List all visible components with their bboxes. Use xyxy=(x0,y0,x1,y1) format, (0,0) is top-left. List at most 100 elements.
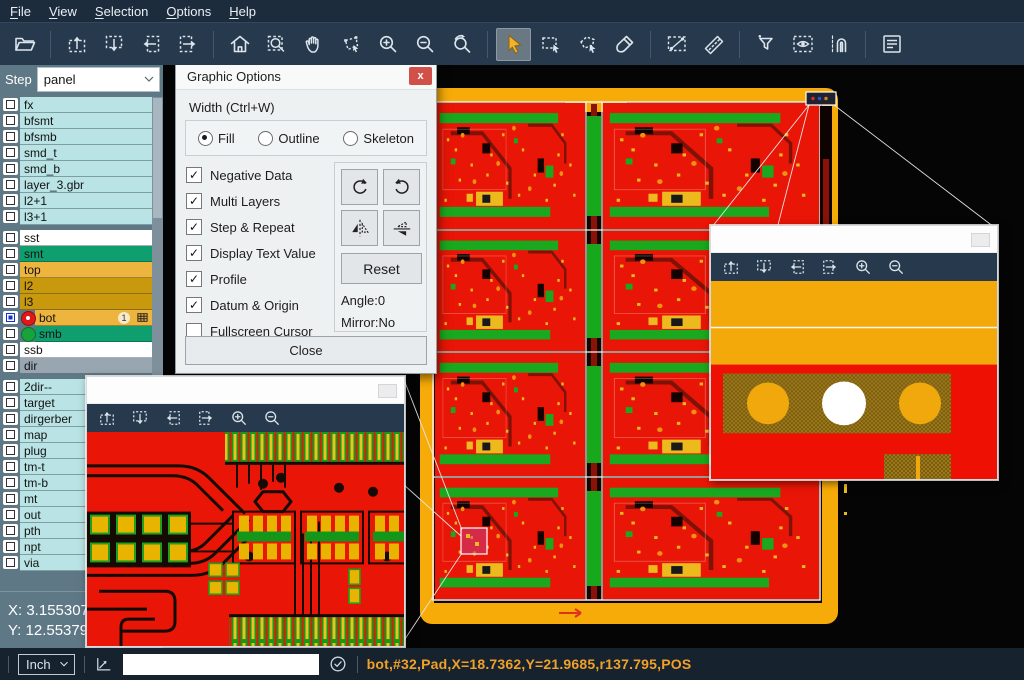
command-input[interactable] xyxy=(123,654,319,675)
checkbox[interactable]: ✓ xyxy=(186,193,202,209)
layer-visibility-checkbox[interactable] xyxy=(3,412,18,425)
zoom-out-icon[interactable] xyxy=(886,257,906,277)
radio-dot[interactable] xyxy=(343,131,358,146)
layer-visibility-checkbox[interactable] xyxy=(3,295,18,308)
pcb-cell[interactable] xyxy=(435,231,585,351)
layer-visibility-checkbox[interactable] xyxy=(3,247,18,260)
layer-name[interactable]: layer_3.gbr xyxy=(20,177,152,193)
layer-name[interactable]: l2+1 xyxy=(20,193,152,209)
confirm-check-icon[interactable] xyxy=(328,654,348,674)
toolbar-pan-left-button[interactable] xyxy=(133,28,168,61)
layer-visibility-checkbox[interactable] xyxy=(3,380,18,393)
radio-outline[interactable]: Outline xyxy=(258,131,319,146)
toolbar-folder-open-button[interactable] xyxy=(7,28,42,61)
menu-options[interactable]: Options xyxy=(166,4,211,19)
toolbar-layers-panel-button[interactable] xyxy=(874,28,909,61)
layer-visibility-checkbox[interactable] xyxy=(3,508,18,521)
layer-visibility-checkbox[interactable] xyxy=(3,444,18,457)
checkbox[interactable]: ✓ xyxy=(186,219,202,235)
layer-visibility-checkbox[interactable] xyxy=(3,460,18,473)
layer-name[interactable]: smt xyxy=(20,246,152,262)
layer-visibility-checkbox[interactable] xyxy=(3,492,18,505)
zoom-in-icon[interactable] xyxy=(229,408,249,428)
close-button[interactable]: Close xyxy=(185,336,427,365)
layer-name[interactable]: bot1 xyxy=(35,310,152,326)
toolbar-pan-up-button[interactable] xyxy=(59,28,94,61)
layer-visibility-checkbox[interactable] xyxy=(3,476,18,489)
radio-skeleton[interactable]: Skeleton xyxy=(343,131,414,146)
pan-down-icon[interactable] xyxy=(754,257,774,277)
toolbar-zoom-in-button[interactable] xyxy=(370,28,405,61)
toolbar-zoom-out-button[interactable] xyxy=(407,28,442,61)
toolbar-pan-hand-button[interactable] xyxy=(296,28,331,61)
checkbox[interactable]: ✓ xyxy=(186,271,202,287)
toolbar-reshape-button[interactable] xyxy=(333,28,368,61)
radio-dot[interactable] xyxy=(198,131,213,146)
zoom-window-titlebar[interactable] xyxy=(87,377,404,404)
layer-visibility-checkbox[interactable] xyxy=(3,263,18,276)
layer-visibility-checkbox[interactable] xyxy=(3,194,18,207)
zoom-in-icon[interactable] xyxy=(853,257,873,277)
layer-visibility-checkbox[interactable] xyxy=(3,359,18,372)
zoom-window-top-right[interactable] xyxy=(710,225,998,480)
window-minimize-button[interactable] xyxy=(971,233,990,247)
window-minimize-button[interactable] xyxy=(378,384,397,398)
close-icon[interactable]: x xyxy=(409,67,432,85)
toolbar-view-eye-button[interactable] xyxy=(785,28,820,61)
layer-visibility-checkbox[interactable] xyxy=(3,396,18,409)
menu-view[interactable]: View xyxy=(49,4,77,19)
pan-left-icon[interactable] xyxy=(787,257,807,277)
checkbox[interactable]: ✓ xyxy=(186,245,202,261)
layer-visibility-checkbox[interactable] xyxy=(3,524,18,537)
toolbar-zoom-previous-button[interactable] xyxy=(444,28,479,61)
toolbar-clear-brush-button[interactable] xyxy=(607,28,642,61)
zoom-out-icon[interactable] xyxy=(262,408,282,428)
layer-visibility-checkbox[interactable] xyxy=(3,210,18,223)
pan-up-icon[interactable] xyxy=(97,408,117,428)
layer-visibility-checkbox[interactable] xyxy=(3,114,18,127)
layer-visibility-checkbox[interactable] xyxy=(3,162,18,175)
step-select[interactable]: panel xyxy=(37,67,160,92)
flip-v-button[interactable] xyxy=(383,210,420,246)
unit-select[interactable]: Inch xyxy=(18,654,75,675)
zoom-window-viewport[interactable] xyxy=(87,432,404,646)
pcb-cell[interactable] xyxy=(603,103,819,229)
zoom-source-rect-bottom[interactable] xyxy=(461,528,487,554)
toolbar-home-button[interactable] xyxy=(222,28,257,61)
reset-button[interactable]: Reset xyxy=(341,253,422,284)
layer-name[interactable]: smd_b xyxy=(20,161,152,177)
radio-fill[interactable]: Fill xyxy=(198,131,235,146)
layer-name[interactable]: bfsmb xyxy=(20,129,152,145)
layer-visibility-checkbox[interactable] xyxy=(3,178,18,191)
layer-grid-icon[interactable] xyxy=(136,311,149,324)
layer-name[interactable]: top xyxy=(20,262,152,278)
layer-visibility-checkbox[interactable] xyxy=(3,556,18,569)
layer-visibility-checkbox[interactable] xyxy=(3,130,18,143)
rotate-ccw-button[interactable] xyxy=(383,169,420,205)
pan-left-icon[interactable] xyxy=(163,408,183,428)
layer-visibility-checkbox[interactable] xyxy=(3,327,18,340)
toolbar-rect-select-button[interactable] xyxy=(533,28,568,61)
zoom-window-bottom-left[interactable] xyxy=(86,376,405,647)
snap-angle-icon[interactable] xyxy=(94,654,114,674)
layer-name[interactable]: dir xyxy=(20,358,152,374)
layer-visibility-checkbox[interactable] xyxy=(3,540,18,553)
menu-help[interactable]: Help xyxy=(229,4,256,19)
flip-h-button[interactable] xyxy=(341,210,378,246)
pan-down-icon[interactable] xyxy=(130,408,150,428)
toolbar-measure-line-button[interactable] xyxy=(659,28,694,61)
toolbar-zoom-window-button[interactable] xyxy=(259,28,294,61)
toolbar-pan-right-button[interactable] xyxy=(170,28,205,61)
menu-selection[interactable]: Selection xyxy=(95,4,148,19)
layer-name[interactable]: fx xyxy=(20,97,152,113)
layer-name[interactable]: sst xyxy=(20,230,152,246)
layer-visibility-checkbox[interactable] xyxy=(3,428,18,441)
dialog-titlebar[interactable]: Graphic Options x xyxy=(176,63,436,90)
pan-right-icon[interactable] xyxy=(820,257,840,277)
pcb-cell[interactable] xyxy=(603,478,819,599)
pcb-cell[interactable] xyxy=(435,353,585,476)
rotate-cw-button[interactable] xyxy=(341,169,378,205)
pcb-cell[interactable] xyxy=(435,478,585,599)
layer-visibility-checkbox[interactable] xyxy=(3,279,18,292)
zoom-window-titlebar[interactable] xyxy=(711,226,997,253)
